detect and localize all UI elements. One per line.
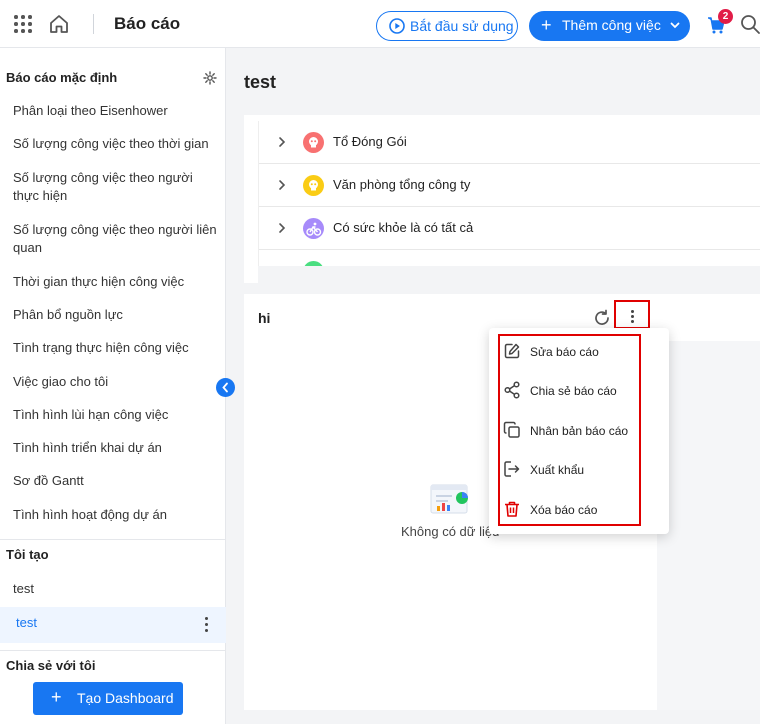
card-gap: [258, 266, 760, 283]
sidebar-item-gantt[interactable]: Sơ đồ Gantt: [13, 472, 221, 490]
collapse-sidebar-button[interactable]: [216, 378, 235, 397]
gear-icon[interactable]: [203, 71, 217, 85]
search-icon[interactable]: [740, 14, 760, 34]
sidebar-item-tasks-by-time[interactable]: Số lượng công việc theo thời gian: [13, 135, 221, 153]
report-card-side-panel: [657, 341, 760, 710]
created-by-me-heading: Tôi tạo: [6, 547, 49, 562]
menu-item-label: Xóa báo cáo: [530, 503, 598, 517]
menu-item-label: Chia sẻ báo cáo: [530, 384, 617, 398]
sidebar-item-project-rollout[interactable]: Tình hình triển khai dự án: [13, 439, 221, 457]
sidebar-item-tasks-by-related[interactable]: Số lượng công việc theo người liên quan: [13, 221, 221, 257]
menu-item-delete-report[interactable]: Xóa báo cáo: [501, 493, 639, 527]
header-divider: [93, 14, 94, 34]
menu-item-edit-report[interactable]: Sửa báo cáo: [501, 335, 639, 369]
group-row[interactable]: Có sức khỏe là có tất cả: [259, 207, 760, 250]
trash-icon: [505, 501, 519, 517]
top-bar: Báo cáo Bắt đầu sử dụng + Thêm công việc…: [0, 0, 760, 48]
copy-icon: [503, 421, 520, 438]
play-circle-icon: [389, 18, 405, 34]
cyclist-icon: [303, 218, 324, 239]
skull-icon: [303, 175, 324, 196]
sidebar-item-project-activity[interactable]: Tình hình hoạt động dự án: [13, 506, 221, 524]
group-row[interactable]: Văn phòng tổng công ty: [259, 164, 760, 207]
add-task-button[interactable]: + Thêm công việc: [529, 11, 690, 41]
group-row[interactable]: Tổ Đóng Gói: [259, 121, 760, 164]
report-title: hi: [258, 310, 271, 326]
plus-icon: +: [51, 687, 62, 707]
sidebar-item-eisenhower[interactable]: Phân loại theo Eisenhower: [13, 102, 221, 120]
sidebar-divider: [0, 539, 226, 540]
shared-with-me-heading: Chia sẻ với tôi: [6, 658, 96, 673]
export-icon: [504, 461, 520, 477]
sidebar-item-resource-allocation[interactable]: Phân bổ nguồn lực: [13, 306, 221, 324]
chevron-right-icon[interactable]: [277, 136, 287, 148]
empty-chart-icon: [430, 484, 468, 514]
group-label: Văn phòng tổng công ty: [333, 177, 471, 192]
start-using-label: Bắt đầu sử dụng: [410, 18, 514, 34]
chevron-right-icon[interactable]: [277, 179, 287, 191]
home-icon[interactable]: [48, 13, 70, 35]
create-dashboard-button[interactable]: + Tạo Dashboard: [33, 682, 183, 715]
sidebar-item-assigned-to-me[interactable]: Việc giao cho tôi: [13, 373, 221, 391]
skull-icon: [303, 132, 324, 153]
sidebar-item-test-selected-label[interactable]: test: [16, 614, 224, 632]
cart-count-badge: 2: [718, 9, 733, 24]
more-options-icon[interactable]: [203, 617, 209, 633]
menu-item-duplicate-report[interactable]: Nhân bản báo cáo: [501, 414, 639, 448]
share-icon: [504, 381, 520, 399]
sidebar-divider: [0, 650, 226, 651]
sidebar: Báo cáo mặc định Phân loại theo Eisenhow…: [0, 48, 226, 724]
menu-item-share-report[interactable]: Chia sẻ báo cáo: [501, 374, 639, 408]
group-label: Tổ Đóng Gói: [333, 134, 407, 149]
plus-icon: +: [541, 15, 552, 35]
sidebar-item-tasks-by-assignee[interactable]: Số lượng công việc theo người thực hiện: [13, 169, 209, 205]
apps-grid-icon[interactable]: [14, 15, 32, 33]
sidebar-item-test[interactable]: test: [13, 580, 221, 598]
edit-icon: [504, 343, 520, 359]
dashboard-title: test: [244, 72, 277, 92]
chevron-right-icon[interactable]: [277, 222, 287, 234]
report-more-options-button[interactable]: [614, 300, 650, 329]
create-dashboard-label: Tạo Dashboard: [77, 690, 174, 706]
refresh-icon[interactable]: [593, 309, 611, 327]
empty-state-text: Không có dữ liệu: [401, 524, 500, 539]
menu-item-export[interactable]: Xuất khẩu: [501, 453, 639, 487]
menu-item-label: Nhân bản báo cáo: [530, 424, 629, 438]
sidebar-item-task-status[interactable]: Tình trạng thực hiện công việc: [13, 339, 221, 357]
menu-item-label: Xuất khẩu: [530, 463, 585, 477]
chevron-down-icon[interactable]: [668, 18, 682, 32]
sidebar-item-execution-time[interactable]: Thời gian thực hiện công việc: [13, 273, 221, 291]
add-task-label: Thêm công việc: [562, 17, 661, 33]
chevron-left-icon: [222, 382, 228, 393]
start-using-button[interactable]: Bắt đầu sử dụng: [376, 11, 518, 41]
default-reports-heading: Báo cáo mặc định: [6, 70, 118, 85]
group-table: Tổ Đóng Gói Văn phòng tổng công ty Có sứ…: [258, 121, 760, 269]
page-title: Báo cáo: [114, 14, 181, 33]
menu-item-label: Sửa báo cáo: [530, 345, 599, 359]
group-label: Có sức khỏe là có tất cả: [333, 220, 474, 235]
sidebar-item-deadline-delays[interactable]: Tình hình lùi hạn công việc: [13, 406, 221, 424]
